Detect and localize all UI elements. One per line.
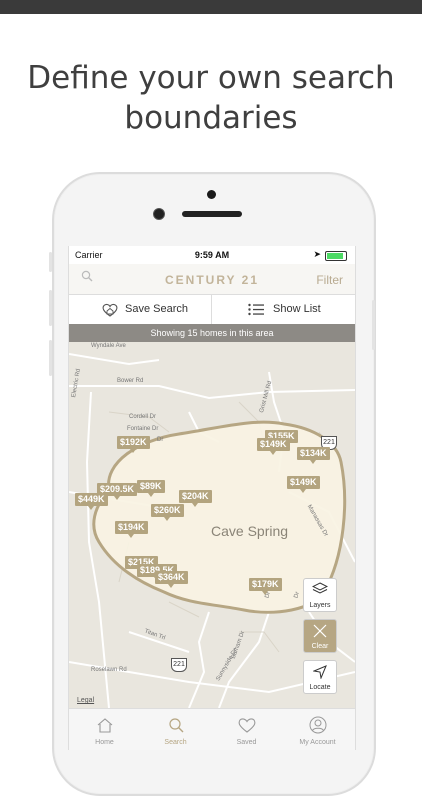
price-pin[interactable]: $149K (287, 476, 320, 493)
battery-icon (325, 251, 347, 261)
tab-bar: Home Search Saved My Account (69, 708, 355, 750)
tab-home-label: Home (95, 739, 114, 746)
nav-bar: CENTURY 21 Filter (69, 264, 355, 294)
volume-down-button (49, 340, 52, 376)
action-bar: Save Search Show List (69, 294, 355, 325)
show-list-label: Show List (273, 303, 321, 315)
show-list-button[interactable]: Show List (212, 295, 354, 324)
close-icon (313, 624, 327, 638)
heart-house-icon (238, 718, 256, 733)
results-banner: Showing 15 homes in this area (69, 324, 355, 342)
price-pin[interactable]: $449K (75, 493, 108, 510)
camera-dot (207, 190, 216, 199)
front-camera (153, 208, 165, 220)
tab-my-account[interactable]: My Account (282, 709, 353, 750)
tab-home[interactable]: Home (69, 709, 140, 750)
locate-label: Locate (309, 684, 331, 691)
price-pin[interactable]: $364K (155, 571, 188, 588)
road-label-roselawn-rd: Roselawn Rd (91, 667, 127, 673)
layers-button[interactable]: Layers (303, 578, 337, 612)
road-label-fontaine-dr: Fontaine Dr (127, 426, 159, 432)
layers-icon (312, 582, 328, 594)
app-screen: Carrier 9:59 AM ➤ CENTURY 21 Filter Save… (68, 246, 356, 750)
status-bar: Carrier 9:59 AM ➤ (69, 246, 355, 264)
brand-logo: CENTURY 21 (164, 273, 260, 287)
top-bar (0, 0, 422, 14)
user-icon (309, 716, 327, 734)
clear-label: Clear (311, 643, 329, 650)
locate-button[interactable]: Locate (303, 660, 337, 694)
headline: Define your own search boundaries (0, 58, 422, 138)
road-label-bower-rd: Bower Rd (117, 378, 144, 384)
home-icon (97, 718, 113, 733)
price-pin[interactable]: $149K (257, 438, 290, 455)
map-view[interactable]: Wyndale Ave Bower Rd Electric Rd Cordell… (69, 342, 355, 708)
location-arrow-icon (313, 665, 327, 679)
speaker-grille (182, 211, 242, 217)
road-label-wyndale-ave: Wyndale Ave (91, 343, 126, 349)
clock: 9:59 AM (194, 250, 230, 260)
price-pin[interactable]: $179K (249, 578, 282, 595)
tab-saved[interactable]: Saved (211, 709, 282, 750)
price-pin[interactable]: $192K (117, 436, 150, 453)
road-label-dr: Dr (157, 437, 164, 443)
headline-line-1: Define your own search (27, 60, 395, 96)
price-pin[interactable]: $89K (137, 480, 165, 497)
price-pin[interactable]: $194K (115, 521, 148, 538)
location-arrow-icon: ➤ (313, 249, 321, 259)
tab-search[interactable]: Search (140, 709, 211, 750)
power-button (372, 300, 375, 350)
route-shield-221: 221 (171, 658, 187, 672)
price-pin[interactable]: $260K (151, 504, 184, 521)
road-label-cordell-dr: Cordell Dr (129, 414, 157, 420)
save-search-label: Save Search (125, 303, 188, 315)
search-icon (169, 718, 184, 733)
price-pin[interactable]: $204K (179, 490, 212, 507)
filter-button[interactable]: Filter (316, 273, 343, 287)
heart-house-icon (102, 303, 118, 317)
layers-label: Layers (309, 602, 331, 609)
tab-saved-label: Saved (236, 739, 257, 746)
volume-up-button (49, 290, 52, 326)
save-search-button[interactable]: Save Search (69, 295, 211, 324)
clear-button[interactable]: Clear (303, 619, 337, 653)
price-pin[interactable]: $134K (297, 447, 330, 464)
tab-my-account-label: My Account (299, 739, 336, 746)
town-label: Cave Spring (211, 523, 289, 539)
list-icon (248, 303, 264, 316)
legal-link[interactable]: Legal (77, 697, 94, 704)
tab-search-label: Search (164, 739, 187, 746)
mute-switch (49, 252, 52, 272)
headline-line-2: boundaries (124, 100, 298, 136)
